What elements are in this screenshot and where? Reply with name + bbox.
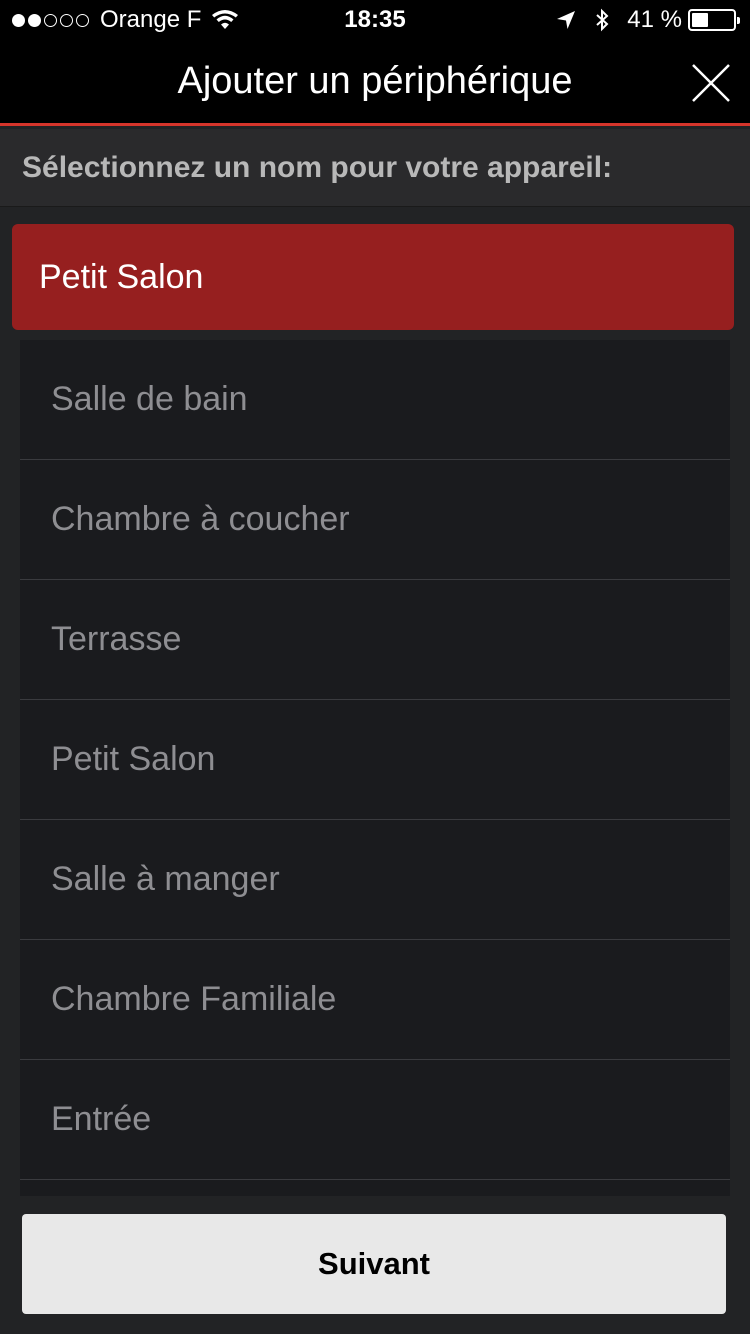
list-item[interactable]: Chambre à coucher <box>20 460 730 580</box>
battery-fill <box>692 13 709 27</box>
next-button[interactable]: Suivant <box>22 1214 726 1314</box>
selected-device-name[interactable]: Petit Salon <box>12 224 734 330</box>
section-instruction: Sélectionnez un nom pour votre appareil: <box>0 129 750 207</box>
list-item[interactable]: Terrasse <box>20 580 730 700</box>
status-right: 41 % <box>555 6 740 34</box>
battery-icon <box>688 9 740 31</box>
bluetooth-icon <box>596 8 609 32</box>
page-title: Ajouter un périphérique <box>177 60 573 102</box>
status-bar: Orange F 18:35 41 % <box>0 0 750 40</box>
device-name-list[interactable]: Salle de bain Chambre à coucher Terrasse… <box>20 340 730 1196</box>
close-icon[interactable] <box>690 62 732 104</box>
list-item[interactable]: Salle à manger <box>20 820 730 940</box>
navigation-bar: Ajouter un périphérique <box>0 40 750 126</box>
list-item[interactable]: Petit Salon <box>20 700 730 820</box>
list-item[interactable]: Salle de bain <box>20 340 730 460</box>
list-item[interactable]: Chambre Familiale <box>20 940 730 1060</box>
battery-percentage: 41 % <box>627 6 682 33</box>
location-arrow-icon <box>557 11 576 29</box>
list-item[interactable]: Entrée <box>20 1060 730 1180</box>
